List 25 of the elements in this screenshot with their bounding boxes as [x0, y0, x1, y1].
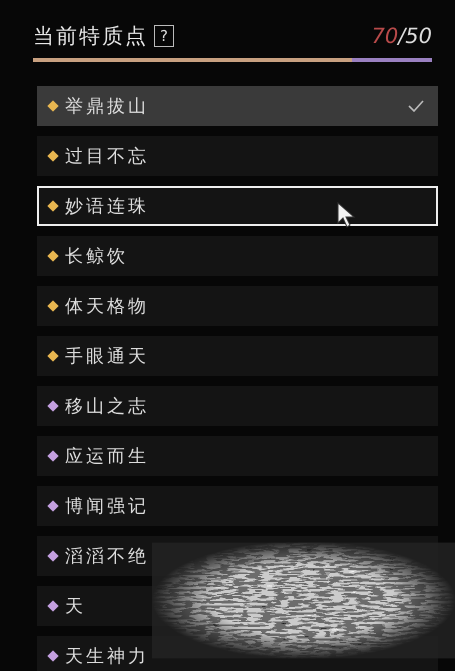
trait-label: 妙语连珠 [65, 195, 149, 218]
trait-row[interactable]: 举鼎拔山 [37, 86, 438, 126]
help-button[interactable]: ? [154, 25, 174, 47]
trait-row[interactable]: 手眼通天 [37, 336, 438, 376]
trait-row[interactable]: 体天格物 [37, 286, 438, 326]
trait-row[interactable]: 移山之志 [37, 386, 438, 426]
trait-row[interactable]: 长鲸饮 [37, 236, 438, 276]
trait-label: 移山之志 [65, 395, 149, 418]
trait-label: 过目不忘 [65, 145, 149, 168]
trait-row[interactable]: 妙语连珠 [37, 186, 438, 226]
trait-label: 手眼通天 [65, 345, 149, 368]
trait-label: 长鲸饮 [65, 245, 128, 268]
trait-label: 天生神力 [65, 645, 149, 668]
points-total: /50 [398, 24, 432, 48]
trait-label: 体天格物 [65, 295, 149, 318]
trait-row[interactable]: 博闻强记 [37, 486, 438, 526]
trait-label: 滔滔不绝 [65, 545, 149, 568]
trait-label: 博闻强记 [65, 495, 149, 518]
panel-title: 当前特质点 [33, 23, 148, 50]
trait-row[interactable]: 过目不忘 [37, 136, 438, 176]
cursor-icon [337, 202, 357, 228]
trait-label: 应运而生 [65, 445, 149, 468]
trait-label: 举鼎拔山 [65, 95, 149, 118]
trait-label: 天 [65, 595, 86, 618]
trait-row[interactable]: 应运而生 [37, 436, 438, 476]
